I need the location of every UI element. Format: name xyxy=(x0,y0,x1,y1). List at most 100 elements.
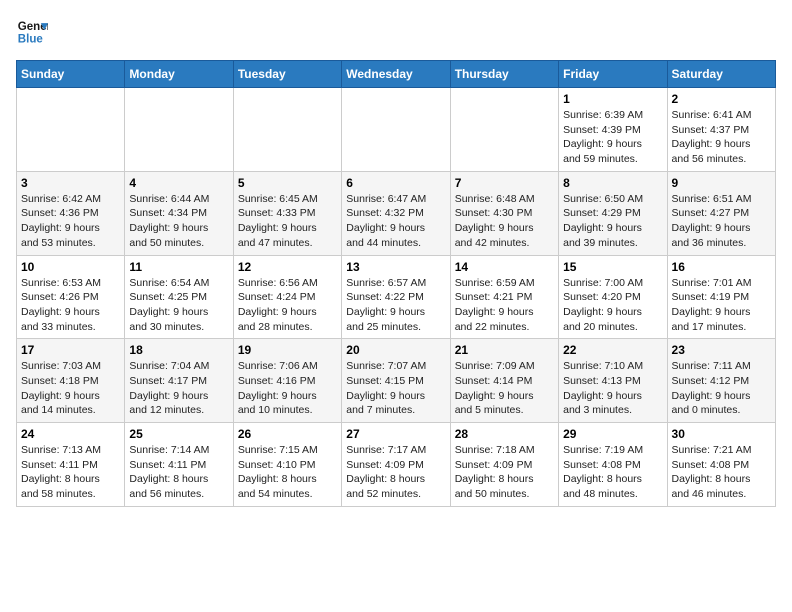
day-info: Sunrise: 6:42 AM Sunset: 4:36 PM Dayligh… xyxy=(21,192,120,251)
day-number: 26 xyxy=(238,427,337,441)
weekday-header-wednesday: Wednesday xyxy=(342,61,450,88)
day-number: 4 xyxy=(129,176,228,190)
weekday-header-saturday: Saturday xyxy=(667,61,775,88)
weekday-header-tuesday: Tuesday xyxy=(233,61,341,88)
day-info: Sunrise: 6:45 AM Sunset: 4:33 PM Dayligh… xyxy=(238,192,337,251)
calendar-week-4: 17 Sunrise: 7:03 AM Sunset: 4:18 PM Dayli… xyxy=(17,339,776,423)
day-info: Sunrise: 6:50 AM Sunset: 4:29 PM Dayligh… xyxy=(563,192,662,251)
calendar-cell: 13 Sunrise: 6:57 AM Sunset: 4:22 PM Dayli… xyxy=(342,255,450,339)
calendar-cell: 25 Sunrise: 7:14 AM Sunset: 4:11 PM Dayli… xyxy=(125,423,233,507)
day-info: Sunrise: 7:00 AM Sunset: 4:20 PM Dayligh… xyxy=(563,276,662,335)
day-number: 21 xyxy=(455,343,554,357)
day-info: Sunrise: 6:47 AM Sunset: 4:32 PM Dayligh… xyxy=(346,192,445,251)
day-info: Sunrise: 6:56 AM Sunset: 4:24 PM Dayligh… xyxy=(238,276,337,335)
day-number: 15 xyxy=(563,260,662,274)
calendar-table: SundayMondayTuesdayWednesdayThursdayFrid… xyxy=(16,60,776,507)
day-info: Sunrise: 7:17 AM Sunset: 4:09 PM Dayligh… xyxy=(346,443,445,502)
day-info: Sunrise: 6:48 AM Sunset: 4:30 PM Dayligh… xyxy=(455,192,554,251)
day-number: 2 xyxy=(672,92,771,106)
calendar-cell: 10Sunrise: 6:53 AM Sunset: 4:26 PM Dayli… xyxy=(17,255,125,339)
calendar-cell: 15 Sunrise: 7:00 AM Sunset: 4:20 PM Dayli… xyxy=(559,255,667,339)
calendar-week-3: 10Sunrise: 6:53 AM Sunset: 4:26 PM Dayli… xyxy=(17,255,776,339)
day-number: 17 xyxy=(21,343,120,357)
weekday-header-thursday: Thursday xyxy=(450,61,558,88)
calendar-cell: 22 Sunrise: 7:10 AM Sunset: 4:13 PM Dayli… xyxy=(559,339,667,423)
calendar-cell: 26 Sunrise: 7:15 AM Sunset: 4:10 PM Dayli… xyxy=(233,423,341,507)
day-info: Sunrise: 7:09 AM Sunset: 4:14 PM Dayligh… xyxy=(455,359,554,418)
day-info: Sunrise: 7:15 AM Sunset: 4:10 PM Dayligh… xyxy=(238,443,337,502)
day-number: 6 xyxy=(346,176,445,190)
day-info: Sunrise: 7:19 AM Sunset: 4:08 PM Dayligh… xyxy=(563,443,662,502)
calendar-cell: 30 Sunrise: 7:21 AM Sunset: 4:08 PM Dayli… xyxy=(667,423,775,507)
day-info: Sunrise: 7:21 AM Sunset: 4:08 PM Dayligh… xyxy=(672,443,771,502)
day-info: Sunrise: 7:03 AM Sunset: 4:18 PM Dayligh… xyxy=(21,359,120,418)
day-info: Sunrise: 7:04 AM Sunset: 4:17 PM Dayligh… xyxy=(129,359,228,418)
calendar-cell: 23Sunrise: 7:11 AM Sunset: 4:12 PM Dayli… xyxy=(667,339,775,423)
day-info: Sunrise: 7:01 AM Sunset: 4:19 PM Dayligh… xyxy=(672,276,771,335)
calendar-cell: 24 Sunrise: 7:13 AM Sunset: 4:11 PM Dayli… xyxy=(17,423,125,507)
day-number: 24 xyxy=(21,427,120,441)
weekday-header-sunday: Sunday xyxy=(17,61,125,88)
day-number: 30 xyxy=(672,427,771,441)
calendar-cell: 3 Sunrise: 6:42 AM Sunset: 4:36 PM Daylig… xyxy=(17,171,125,255)
day-info: Sunrise: 7:10 AM Sunset: 4:13 PM Dayligh… xyxy=(563,359,662,418)
calendar-cell xyxy=(125,88,233,172)
calendar-cell: 18 Sunrise: 7:04 AM Sunset: 4:17 PM Dayli… xyxy=(125,339,233,423)
calendar-cell: 5Sunrise: 6:45 AM Sunset: 4:33 PM Daylig… xyxy=(233,171,341,255)
calendar-week-1: 1 Sunrise: 6:39 AM Sunset: 4:39 PM Daylig… xyxy=(17,88,776,172)
day-info: Sunrise: 7:14 AM Sunset: 4:11 PM Dayligh… xyxy=(129,443,228,502)
day-number: 20 xyxy=(346,343,445,357)
day-info: Sunrise: 7:06 AM Sunset: 4:16 PM Dayligh… xyxy=(238,359,337,418)
calendar-cell: 8 Sunrise: 6:50 AM Sunset: 4:29 PM Daylig… xyxy=(559,171,667,255)
day-number: 16 xyxy=(672,260,771,274)
day-info: Sunrise: 6:57 AM Sunset: 4:22 PM Dayligh… xyxy=(346,276,445,335)
page-header: General Blue xyxy=(16,16,776,48)
calendar-cell: 12 Sunrise: 6:56 AM Sunset: 4:24 PM Dayli… xyxy=(233,255,341,339)
weekday-header-monday: Monday xyxy=(125,61,233,88)
calendar-cell xyxy=(233,88,341,172)
day-number: 18 xyxy=(129,343,228,357)
day-number: 1 xyxy=(563,92,662,106)
day-number: 3 xyxy=(21,176,120,190)
day-number: 28 xyxy=(455,427,554,441)
day-info: Sunrise: 7:07 AM Sunset: 4:15 PM Dayligh… xyxy=(346,359,445,418)
calendar-cell: 9 Sunrise: 6:51 AM Sunset: 4:27 PM Daylig… xyxy=(667,171,775,255)
calendar-week-2: 3 Sunrise: 6:42 AM Sunset: 4:36 PM Daylig… xyxy=(17,171,776,255)
calendar-cell: 7 Sunrise: 6:48 AM Sunset: 4:30 PM Daylig… xyxy=(450,171,558,255)
calendar-cell: 17 Sunrise: 7:03 AM Sunset: 4:18 PM Dayli… xyxy=(17,339,125,423)
calendar-cell: 19 Sunrise: 7:06 AM Sunset: 4:16 PM Dayli… xyxy=(233,339,341,423)
weekday-header-friday: Friday xyxy=(559,61,667,88)
day-number: 14 xyxy=(455,260,554,274)
day-info: Sunrise: 7:18 AM Sunset: 4:09 PM Dayligh… xyxy=(455,443,554,502)
day-number: 8 xyxy=(563,176,662,190)
calendar-cell: 6 Sunrise: 6:47 AM Sunset: 4:32 PM Daylig… xyxy=(342,171,450,255)
logo-icon: General Blue xyxy=(16,16,48,48)
calendar-cell: 21 Sunrise: 7:09 AM Sunset: 4:14 PM Dayli… xyxy=(450,339,558,423)
day-info: Sunrise: 6:41 AM Sunset: 4:37 PM Dayligh… xyxy=(672,108,771,167)
day-info: Sunrise: 6:44 AM Sunset: 4:34 PM Dayligh… xyxy=(129,192,228,251)
day-number: 25 xyxy=(129,427,228,441)
day-number: 23 xyxy=(672,343,771,357)
calendar-cell: 28 Sunrise: 7:18 AM Sunset: 4:09 PM Dayli… xyxy=(450,423,558,507)
day-number: 9 xyxy=(672,176,771,190)
day-info: Sunrise: 6:59 AM Sunset: 4:21 PM Dayligh… xyxy=(455,276,554,335)
day-number: 10 xyxy=(21,260,120,274)
day-info: Sunrise: 7:13 AM Sunset: 4:11 PM Dayligh… xyxy=(21,443,120,502)
svg-text:Blue: Blue xyxy=(18,34,44,46)
calendar-cell: 16 Sunrise: 7:01 AM Sunset: 4:19 PM Dayli… xyxy=(667,255,775,339)
day-number: 11 xyxy=(129,260,228,274)
day-number: 27 xyxy=(346,427,445,441)
day-info: Sunrise: 6:51 AM Sunset: 4:27 PM Dayligh… xyxy=(672,192,771,251)
day-number: 13 xyxy=(346,260,445,274)
calendar-cell xyxy=(450,88,558,172)
day-info: Sunrise: 6:39 AM Sunset: 4:39 PM Dayligh… xyxy=(563,108,662,167)
day-number: 7 xyxy=(455,176,554,190)
day-number: 12 xyxy=(238,260,337,274)
day-number: 22 xyxy=(563,343,662,357)
calendar-cell: 1 Sunrise: 6:39 AM Sunset: 4:39 PM Daylig… xyxy=(559,88,667,172)
calendar-cell xyxy=(342,88,450,172)
day-number: 19 xyxy=(238,343,337,357)
calendar-cell xyxy=(17,88,125,172)
calendar-cell: 20 Sunrise: 7:07 AM Sunset: 4:15 PM Dayli… xyxy=(342,339,450,423)
calendar-cell: 27 Sunrise: 7:17 AM Sunset: 4:09 PM Dayli… xyxy=(342,423,450,507)
